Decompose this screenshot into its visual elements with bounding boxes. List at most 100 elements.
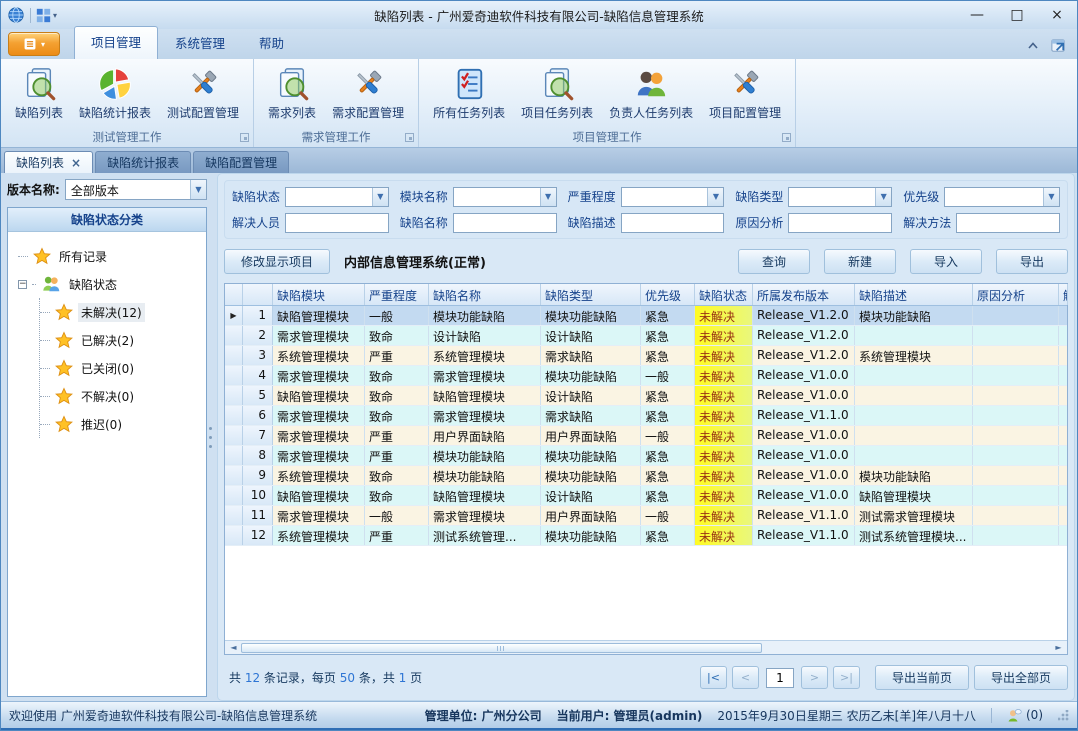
grid-cell[interactable]: 严重 [365,426,429,445]
grid-cell[interactable]: 缺陷管理模块 [855,486,973,505]
grid-cell[interactable] [855,406,973,425]
grid-cell[interactable]: 未解决 [695,426,753,445]
column-header[interactable]: 缺陷描述 [855,284,973,305]
defect-desc-input[interactable] [621,213,725,233]
grid-cell[interactable]: 需求缺陷 [541,406,641,425]
query-button[interactable]: 查询 [738,249,810,274]
grid-cell[interactable] [973,346,1059,365]
grid-row[interactable]: 2需求管理模块致命设计缺陷设计缺陷紧急未解决Release_V1.2.0 [225,326,1067,346]
layout-switch-button[interactable]: ▾ [36,8,57,23]
version-select[interactable]: 全部版本 ▼ [65,179,207,200]
grid-cell[interactable]: 需求管理模块 [429,366,541,385]
grid-cell[interactable]: 未解决 [695,346,753,365]
grid-cell[interactable] [855,366,973,385]
chevron-down-icon[interactable]: ▼ [1043,188,1059,206]
defect-type-filter[interactable]: ▼ [788,187,892,207]
grid-row[interactable]: 5缺陷管理模块致命缺陷管理模块设计缺陷紧急未解决Release_V1.0.0 [225,386,1067,406]
doc-tab-defect-report[interactable]: 缺陷统计报表 [95,151,191,173]
prev-page-button[interactable]: < [732,666,759,689]
minimize-button[interactable]: — [957,2,997,28]
grid-cell[interactable] [1059,526,1067,545]
grid-cell[interactable]: 设计缺陷 [541,486,641,505]
grid-cell[interactable]: Release_V1.0.0 [753,386,855,405]
grid-cell[interactable]: Release_V1.1.0 [753,406,855,425]
import-button[interactable]: 导入 [910,249,982,274]
grid-cell[interactable]: 紧急 [641,526,695,545]
grid-cell[interactable]: 需求管理模块 [429,406,541,425]
grid-cell[interactable]: 系统管理模块 [429,346,541,365]
defect-report-button[interactable]: 缺陷统计报表 [71,64,159,124]
tree-item-postponed[interactable]: 推迟(0) [40,410,202,438]
grid-cell[interactable]: 设计缺陷 [541,326,641,345]
message-counter[interactable]: (0) [1007,708,1043,723]
module-name-filter[interactable]: ▼ [453,187,557,207]
grid-cell[interactable]: 紧急 [641,346,695,365]
grid-cell[interactable] [1059,446,1067,465]
grid-row[interactable]: 11需求管理模块一般需求管理模块用户界面缺陷一般未解决Release_V1.1.… [225,506,1067,526]
grid-cell[interactable]: 模块功能缺陷 [541,526,641,545]
project-tasks-button[interactable]: 项目任务列表 [513,64,601,124]
grid-cell[interactable]: Release_V1.2.0 [753,306,855,325]
tree-item-resolved[interactable]: 已解决(2) [40,326,202,354]
maximize-button[interactable]: □ [997,2,1037,28]
project-config-button[interactable]: 项目配置管理 [701,64,789,124]
export-all-pages-button[interactable]: 导出全部页 [974,665,1068,690]
doc-tab-defect-list[interactable]: 缺陷列表 × [4,151,93,173]
grid-cell[interactable] [1059,426,1067,445]
chevron-down-icon[interactable]: ▼ [540,188,556,206]
grid-cell[interactable] [973,446,1059,465]
column-header[interactable]: 优先级 [641,284,695,305]
grid-cell[interactable]: Release_V1.1.0 [753,526,855,545]
grid-cell[interactable]: 模块功能缺陷 [541,446,641,465]
grid-cell[interactable] [1059,466,1067,485]
tree-item-defect-status[interactable]: − 缺陷状态 [18,270,202,298]
grid-cell[interactable]: 严重 [365,526,429,545]
grid-cell[interactable]: 需求管理模块 [273,426,365,445]
grid-cell[interactable]: 致命 [365,486,429,505]
grid-cell[interactable] [973,426,1059,445]
grid-cell[interactable] [855,386,973,405]
grid-cell[interactable]: 系统管理模块 [855,346,973,365]
grid-row[interactable]: 6需求管理模块致命需求管理模块需求缺陷紧急未解决Release_V1.1.0 [225,406,1067,426]
grid-cell[interactable]: 未解决 [695,506,753,525]
grid-cell[interactable]: 严重 [365,346,429,365]
grid-cell[interactable]: 一般 [365,306,429,325]
resolver-input[interactable] [285,213,389,233]
requirement-list-button[interactable]: 需求列表 [260,64,324,124]
next-page-button[interactable]: > [801,666,828,689]
grid-cell[interactable] [1059,306,1067,325]
grid-cell[interactable]: Release_V1.0.0 [753,466,855,485]
grid-row[interactable]: 4需求管理模块致命需求管理模块模块功能缺陷一般未解决Release_V1.0.0 [225,366,1067,386]
grid-cell[interactable]: 未解决 [695,406,753,425]
grid-cell[interactable]: 需求管理模块 [429,506,541,525]
grid-cell[interactable] [973,386,1059,405]
grid-cell[interactable]: 致命 [365,466,429,485]
collapse-box-icon[interactable]: − [18,280,27,289]
resize-grip[interactable] [1058,710,1069,721]
grid-cell[interactable]: 系统管理模块 [273,526,365,545]
grid-cell[interactable]: 需求管理模块 [273,446,365,465]
defect-name-input[interactable] [453,213,557,233]
defect-list-button[interactable]: 缺陷列表 [7,64,71,124]
grid-cell[interactable]: 用户界面缺陷 [541,506,641,525]
chevron-down-icon[interactable]: ▼ [190,180,206,199]
column-header[interactable]: 解决方法 [1059,284,1068,305]
tree-item-all-records[interactable]: 所有记录 [18,242,202,270]
grid-row[interactable]: 10缺陷管理模块致命缺陷管理模块设计缺陷紧急未解决Release_V1.0.0缺… [225,486,1067,506]
grid-cell[interactable]: 紧急 [641,306,695,325]
export-button[interactable]: 导出 [996,249,1068,274]
grid-cell[interactable] [973,406,1059,425]
chevron-down-icon[interactable]: ▼ [372,188,388,206]
grid-cell[interactable]: 一般 [365,506,429,525]
grid-cell[interactable]: Release_V1.0.0 [753,366,855,385]
application-menu-button[interactable]: ▾ [8,32,60,56]
grid-cell[interactable] [855,446,973,465]
grid-cell[interactable]: 紧急 [641,406,695,425]
grid-cell[interactable]: 设计缺陷 [541,386,641,405]
tree-item-closed[interactable]: 已关闭(0) [40,354,202,382]
grid-cell[interactable] [1059,406,1067,425]
grid-cell[interactable]: 设计缺陷 [429,326,541,345]
grid-cell[interactable] [973,486,1059,505]
grid-cell[interactable]: 严重 [365,446,429,465]
grid-cell[interactable] [973,326,1059,345]
